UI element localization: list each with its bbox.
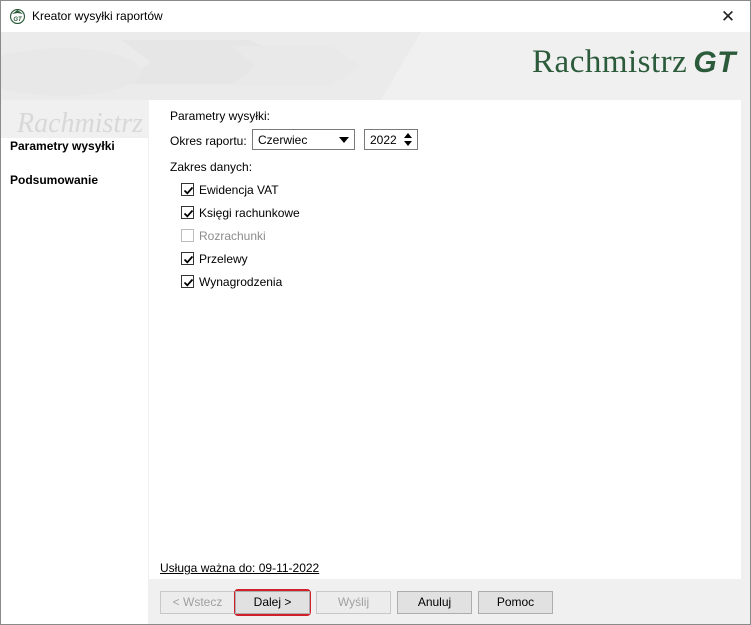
wizard-steps-sidebar: Rachmistrz Parametry wysyłki Podsumowani… — [1, 100, 148, 624]
title-bar[interactable]: GT Kreator wysyłki raportów ✕ — [1, 1, 750, 32]
send-button: Wyślij — [316, 591, 391, 614]
back-button: < Wstecz — [160, 591, 235, 614]
checkbox-label: Księgi rachunkowe — [199, 206, 300, 220]
month-select[interactable]: Czerwiec — [252, 129, 355, 150]
header-banner: Rachmistrz GT — [1, 32, 750, 100]
next-button[interactable]: Dalej > — [235, 591, 310, 614]
validity-link[interactable]: Usługa ważna do: 09-11-2022 — [160, 561, 319, 575]
period-label: Okres raportu: — [170, 134, 247, 148]
cancel-button[interactable]: Anuluj — [397, 591, 472, 614]
checkbox-box — [181, 229, 194, 242]
checkbox-label: Wynagrodzenia — [199, 275, 283, 289]
close-icon[interactable]: ✕ — [706, 1, 750, 32]
brand-name: Rachmistrz — [532, 44, 688, 80]
chevron-down-icon — [339, 137, 349, 143]
svg-text:GT: GT — [13, 17, 23, 23]
checkmark-icon — [183, 255, 194, 264]
content-panel: Parametry wysyłki: Okres raportu: Czerwi… — [149, 100, 741, 579]
checkbox-label: Przelewy — [199, 252, 248, 266]
spin-down-icon[interactable] — [401, 140, 416, 149]
checkbox-box[interactable] — [181, 183, 194, 196]
spin-up-icon[interactable] — [401, 131, 416, 140]
section-title: Parametry wysyłki: — [170, 109, 271, 123]
sidebar-watermark-text: Rachmistrz — [17, 108, 143, 139]
checkmark-icon — [183, 186, 194, 195]
step-podsumowanie[interactable]: Podsumowanie — [10, 173, 98, 187]
scope-label: Zakres danych: — [170, 160, 253, 174]
checkmark-icon — [183, 209, 194, 218]
checkbox-label: Ewidencja VAT — [199, 183, 279, 197]
step-parametry-wysylki[interactable]: Parametry wysyłki — [10, 139, 115, 153]
year-value: 2022 — [370, 133, 397, 147]
help-button[interactable]: Pomoc — [478, 591, 553, 614]
checkbox-label: Rozrachunki — [199, 229, 266, 243]
wizard-window: GT Kreator wysyłki raportów ✕ Rachmistrz… — [0, 0, 751, 625]
brand-suffix: GT — [693, 46, 736, 79]
checkbox-box[interactable] — [181, 206, 194, 219]
checkbox-box[interactable] — [181, 252, 194, 265]
month-value: Czerwiec — [258, 133, 308, 147]
brand-logo: Rachmistrz GT — [532, 44, 736, 80]
banner-watermark-graphic — [1, 32, 421, 100]
checkmark-icon — [183, 278, 194, 287]
checkbox-box[interactable] — [181, 275, 194, 288]
year-spinner[interactable]: 2022 — [364, 129, 418, 150]
window-title: Kreator wysyłki raportów — [32, 9, 163, 23]
sidebar-watermark: Rachmistrz — [1, 100, 148, 139]
app-logo-icon: GT — [10, 9, 25, 24]
